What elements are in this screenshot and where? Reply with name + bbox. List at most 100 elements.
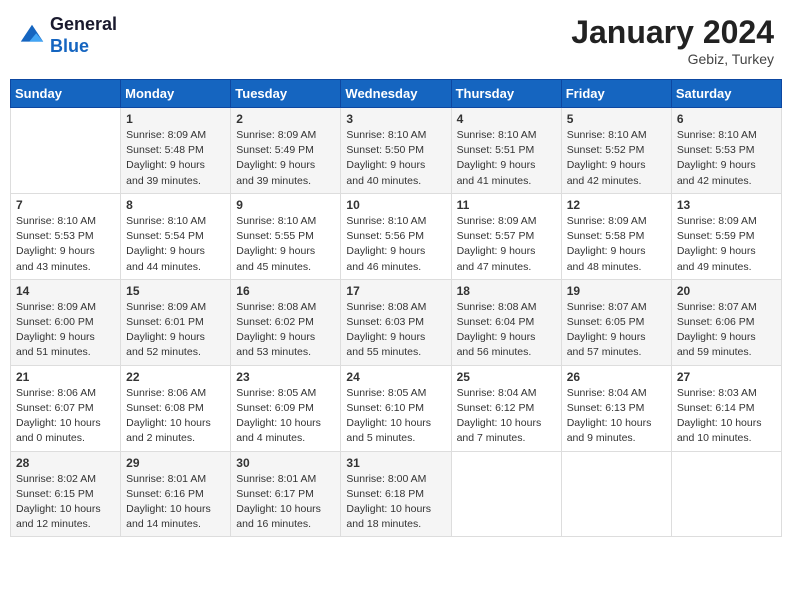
day-info: Sunrise: 8:08 AM Sunset: 6:03 PM Dayligh…: [346, 300, 445, 361]
calendar-cell: 27 Sunrise: 8:03 AM Sunset: 6:14 PM Dayli…: [671, 365, 781, 451]
day-info: Sunrise: 8:09 AM Sunset: 6:00 PM Dayligh…: [16, 300, 115, 361]
day-number: 27: [677, 370, 776, 384]
day-number: 26: [567, 370, 666, 384]
calendar-cell: 31Sunrise: 8:00 AM Sunset: 6:18 PM Dayli…: [341, 451, 451, 537]
month-title: January 2024: [571, 14, 774, 51]
day-info: Sunrise: 8:07 AM Sunset: 6:06 PM Dayligh…: [677, 300, 776, 361]
calendar-cell: 29 Sunrise: 8:01 AM Sunset: 6:16 PM Dayli…: [121, 451, 231, 537]
day-info: Sunrise: 8:01 AM Sunset: 6:16 PM Dayligh…: [126, 472, 225, 533]
logo: General Blue: [18, 14, 117, 57]
day-number: 29: [126, 456, 225, 470]
day-number: 8: [126, 198, 225, 212]
day-number: 9: [236, 198, 335, 212]
calendar-cell: [561, 451, 671, 537]
calendar-cell: 22Sunrise: 8:06 AM Sunset: 6:08 PM Dayli…: [121, 365, 231, 451]
header-saturday: Saturday: [671, 80, 781, 108]
calendar-cell: 5 Sunrise: 8:10 AM Sunset: 5:52 PM Daylig…: [561, 108, 671, 194]
day-number: 12: [567, 198, 666, 212]
page-header: General Blue January 2024 Gebiz, Turkey: [10, 10, 782, 71]
calendar-week-5: 28Sunrise: 8:02 AM Sunset: 6:15 PM Dayli…: [11, 451, 782, 537]
calendar-cell: 8 Sunrise: 8:10 AM Sunset: 5:54 PM Daylig…: [121, 193, 231, 279]
calendar-week-1: 1Sunrise: 8:09 AM Sunset: 5:48 PM Daylig…: [11, 108, 782, 194]
day-info: Sunrise: 8:09 AM Sunset: 6:01 PM Dayligh…: [126, 300, 225, 361]
calendar-cell: 1Sunrise: 8:09 AM Sunset: 5:48 PM Daylig…: [121, 108, 231, 194]
day-info: Sunrise: 8:09 AM Sunset: 5:49 PM Dayligh…: [236, 128, 335, 189]
day-info: Sunrise: 8:07 AM Sunset: 6:05 PM Dayligh…: [567, 300, 666, 361]
title-block: January 2024 Gebiz, Turkey: [571, 14, 774, 67]
calendar-cell: 25 Sunrise: 8:04 AM Sunset: 6:12 PM Dayli…: [451, 365, 561, 451]
calendar-cell: [11, 108, 121, 194]
logo-icon: [18, 22, 46, 50]
day-number: 5: [567, 112, 666, 126]
logo-text-blue: Blue: [50, 36, 117, 58]
calendar-cell: 12Sunrise: 8:09 AM Sunset: 5:58 PM Dayli…: [561, 193, 671, 279]
day-info: Sunrise: 8:09 AM Sunset: 5:57 PM Dayligh…: [457, 214, 556, 275]
day-info: Sunrise: 8:10 AM Sunset: 5:50 PM Dayligh…: [346, 128, 445, 189]
calendar-cell: 15 Sunrise: 8:09 AM Sunset: 6:01 PM Dayli…: [121, 279, 231, 365]
header-friday: Friday: [561, 80, 671, 108]
day-number: 14: [16, 284, 115, 298]
calendar-cell: 9 Sunrise: 8:10 AM Sunset: 5:55 PM Daylig…: [231, 193, 341, 279]
day-info: Sunrise: 8:01 AM Sunset: 6:17 PM Dayligh…: [236, 472, 335, 533]
day-number: 13: [677, 198, 776, 212]
day-info: Sunrise: 8:04 AM Sunset: 6:13 PM Dayligh…: [567, 386, 666, 447]
day-info: Sunrise: 8:03 AM Sunset: 6:14 PM Dayligh…: [677, 386, 776, 447]
day-info: Sunrise: 8:08 AM Sunset: 6:04 PM Dayligh…: [457, 300, 556, 361]
day-info: Sunrise: 8:09 AM Sunset: 5:48 PM Dayligh…: [126, 128, 225, 189]
calendar-cell: 14 Sunrise: 8:09 AM Sunset: 6:00 PM Dayli…: [11, 279, 121, 365]
calendar-cell: 7 Sunrise: 8:10 AM Sunset: 5:53 PM Daylig…: [11, 193, 121, 279]
day-number: 10: [346, 198, 445, 212]
calendar-cell: [451, 451, 561, 537]
calendar-cell: 28Sunrise: 8:02 AM Sunset: 6:15 PM Dayli…: [11, 451, 121, 537]
day-info: Sunrise: 8:04 AM Sunset: 6:12 PM Dayligh…: [457, 386, 556, 447]
day-info: Sunrise: 8:09 AM Sunset: 5:59 PM Dayligh…: [677, 214, 776, 275]
day-number: 20: [677, 284, 776, 298]
day-info: Sunrise: 8:10 AM Sunset: 5:55 PM Dayligh…: [236, 214, 335, 275]
day-number: 2: [236, 112, 335, 126]
day-number: 4: [457, 112, 556, 126]
day-info: Sunrise: 8:10 AM Sunset: 5:53 PM Dayligh…: [16, 214, 115, 275]
day-number: 7: [16, 198, 115, 212]
calendar-cell: [671, 451, 781, 537]
day-number: 11: [457, 198, 556, 212]
location-subtitle: Gebiz, Turkey: [571, 51, 774, 67]
day-number: 31: [346, 456, 445, 470]
calendar-week-2: 7 Sunrise: 8:10 AM Sunset: 5:53 PM Daylig…: [11, 193, 782, 279]
day-info: Sunrise: 8:10 AM Sunset: 5:54 PM Dayligh…: [126, 214, 225, 275]
day-info: Sunrise: 8:08 AM Sunset: 6:02 PM Dayligh…: [236, 300, 335, 361]
calendar-cell: 4 Sunrise: 8:10 AM Sunset: 5:51 PM Daylig…: [451, 108, 561, 194]
day-info: Sunrise: 8:10 AM Sunset: 5:51 PM Dayligh…: [457, 128, 556, 189]
calendar-cell: 17Sunrise: 8:08 AM Sunset: 6:03 PM Dayli…: [341, 279, 451, 365]
calendar-cell: 21Sunrise: 8:06 AM Sunset: 6:07 PM Dayli…: [11, 365, 121, 451]
day-number: 25: [457, 370, 556, 384]
calendar-cell: 18Sunrise: 8:08 AM Sunset: 6:04 PM Dayli…: [451, 279, 561, 365]
day-info: Sunrise: 8:02 AM Sunset: 6:15 PM Dayligh…: [16, 472, 115, 533]
day-number: 16: [236, 284, 335, 298]
calendar-cell: 30 Sunrise: 8:01 AM Sunset: 6:17 PM Dayli…: [231, 451, 341, 537]
calendar-table: SundayMondayTuesdayWednesdayThursdayFrid…: [10, 79, 782, 537]
calendar-cell: 6 Sunrise: 8:10 AM Sunset: 5:53 PM Daylig…: [671, 108, 781, 194]
calendar-week-3: 14 Sunrise: 8:09 AM Sunset: 6:00 PM Dayli…: [11, 279, 782, 365]
day-info: Sunrise: 8:05 AM Sunset: 6:09 PM Dayligh…: [236, 386, 335, 447]
calendar-header-row: SundayMondayTuesdayWednesdayThursdayFrid…: [11, 80, 782, 108]
day-number: 21: [16, 370, 115, 384]
calendar-cell: 13 Sunrise: 8:09 AM Sunset: 5:59 PM Dayli…: [671, 193, 781, 279]
day-number: 15: [126, 284, 225, 298]
calendar-cell: 23 Sunrise: 8:05 AM Sunset: 6:09 PM Dayli…: [231, 365, 341, 451]
calendar-cell: 24Sunrise: 8:05 AM Sunset: 6:10 PM Dayli…: [341, 365, 451, 451]
day-number: 3: [346, 112, 445, 126]
day-info: Sunrise: 8:10 AM Sunset: 5:52 PM Dayligh…: [567, 128, 666, 189]
header-wednesday: Wednesday: [341, 80, 451, 108]
calendar-cell: 2 Sunrise: 8:09 AM Sunset: 5:49 PM Daylig…: [231, 108, 341, 194]
calendar-cell: 16 Sunrise: 8:08 AM Sunset: 6:02 PM Dayli…: [231, 279, 341, 365]
calendar-week-4: 21Sunrise: 8:06 AM Sunset: 6:07 PM Dayli…: [11, 365, 782, 451]
day-number: 6: [677, 112, 776, 126]
day-info: Sunrise: 8:10 AM Sunset: 5:53 PM Dayligh…: [677, 128, 776, 189]
day-number: 30: [236, 456, 335, 470]
header-monday: Monday: [121, 80, 231, 108]
day-number: 19: [567, 284, 666, 298]
day-number: 23: [236, 370, 335, 384]
header-sunday: Sunday: [11, 80, 121, 108]
calendar-cell: 20 Sunrise: 8:07 AM Sunset: 6:06 PM Dayli…: [671, 279, 781, 365]
day-number: 24: [346, 370, 445, 384]
